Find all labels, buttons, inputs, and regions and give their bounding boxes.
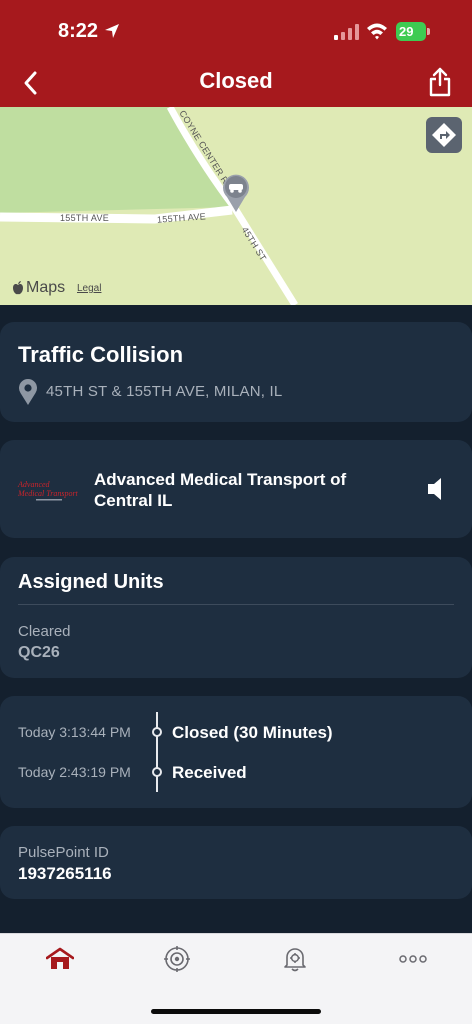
timeline-card: Today 3:13:44 PM Closed (30 Minutes) Tod…	[0, 696, 472, 808]
apple-maps-logo: Maps	[12, 279, 65, 297]
battery-icon: 29	[396, 22, 430, 41]
timeline-event: Received	[172, 763, 247, 782]
unit-id[interactable]: QC26	[18, 644, 60, 662]
more-icon	[399, 955, 427, 963]
status-time: 8:22	[58, 20, 99, 42]
tab-agencies[interactable]	[157, 944, 197, 974]
apple-icon	[13, 281, 23, 295]
wifi-icon	[367, 23, 387, 40]
assigned-units-card: Assigned Units Cleared QC26	[0, 557, 472, 678]
directions-icon	[432, 123, 456, 147]
battery-level: 29	[396, 22, 426, 41]
home-indicator[interactable]	[151, 1009, 321, 1014]
unit-status: Cleared	[18, 623, 71, 640]
back-button[interactable]	[16, 66, 44, 100]
svg-text:Advanced: Advanced	[17, 480, 51, 489]
timeline-event: Closed (30 Minutes)	[172, 723, 333, 742]
incident-card: Traffic Collision	[0, 322, 472, 422]
incident-map[interactable]: 155TH AVE 155TH AVE COYNE CENTER RD 45TH…	[0, 107, 472, 305]
status-bar: 8:22 29	[0, 0, 472, 60]
incident-address[interactable]: 45TH ST & 155TH AVE, MILAN, IL	[46, 383, 282, 400]
incident-pin-icon[interactable]	[221, 173, 251, 213]
svg-text:Medical Transport: Medical Transport	[17, 489, 79, 498]
timeline-time: Today 3:13:44 PM	[18, 724, 131, 740]
chevron-left-icon	[24, 71, 37, 95]
page-title: Closed	[199, 68, 273, 93]
share-icon	[429, 67, 451, 97]
divider	[18, 604, 454, 605]
incident-title: Traffic Collision	[18, 342, 184, 367]
location-pin-icon	[19, 379, 37, 405]
legal-link[interactable]: Legal	[77, 283, 101, 294]
assigned-units-title: Assigned Units	[18, 571, 164, 593]
timeline-dot	[152, 767, 162, 777]
tab-home[interactable]	[40, 944, 80, 974]
timeline-dot	[152, 727, 162, 737]
fire-badge-icon	[164, 946, 190, 972]
timeline-time: Today 2:43:19 PM	[18, 764, 131, 780]
share-button[interactable]	[424, 64, 456, 100]
maps-label: Maps	[26, 279, 66, 296]
agency-card[interactable]: Advanced Medical Transport Advanced Medi…	[0, 440, 472, 538]
road-label: 155TH AVE	[60, 213, 110, 223]
directions-button[interactable]	[426, 117, 462, 153]
location-arrow-icon	[105, 24, 119, 38]
alert-bell-icon	[284, 948, 306, 972]
pulsepoint-id-label: PulsePoint ID	[18, 844, 109, 861]
agency-logo: Advanced Medical Transport	[17, 480, 79, 501]
agency-name: Advanced Medical Transport of Central IL	[94, 470, 347, 510]
pulsepoint-id-value: 1937265116	[18, 864, 112, 883]
cellular-signal-icon	[334, 24, 359, 40]
timeline-line	[156, 712, 158, 792]
tab-alerts[interactable]	[275, 944, 315, 974]
pulsepoint-id-card: PulsePoint ID 1937265116	[0, 826, 472, 899]
header-bar: 8:22 29 Closed	[0, 0, 472, 107]
speaker-icon[interactable]	[424, 476, 448, 502]
home-icon	[46, 947, 74, 969]
tab-more[interactable]	[393, 944, 433, 974]
